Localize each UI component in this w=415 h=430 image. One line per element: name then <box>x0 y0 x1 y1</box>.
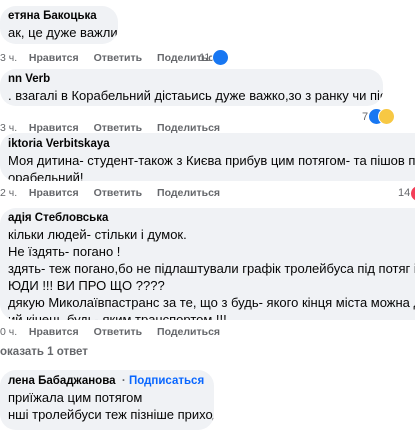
comment-actions: 3 ч. Нравится Ответить Поделиться <box>0 51 220 65</box>
comment-time[interactable]: 2 ч. <box>0 186 20 200</box>
reactions[interactable] <box>212 49 230 66</box>
comment-text: ЮДИ !!! ВИ ПРО ЩО ???? <box>8 278 165 293</box>
comment-text: Не їздять- погано ! <box>8 244 121 259</box>
haha-icon <box>378 108 395 125</box>
reply-button[interactable]: Ответить <box>94 51 143 65</box>
separator-dot: · <box>118 375 129 387</box>
comment-text: кільки людей- стільки і думок. <box>8 227 187 242</box>
comment-actions: 2 ч. Нравится Ответить Поделиться <box>0 186 220 200</box>
comment-text: орабельний! <box>8 170 84 181</box>
reaction-count[interactable]: 11 <box>199 51 210 65</box>
comment-text: ак, це дуже важливо. <box>8 25 118 40</box>
comment-author[interactable]: етяна Бакоцька <box>8 9 110 24</box>
reactions[interactable] <box>368 108 396 125</box>
comment-author[interactable]: адія Стебловська <box>8 211 407 226</box>
comment-text: здять- теж погано,бо не підлаштували гра… <box>8 261 415 276</box>
comment-time[interactable]: 3 ч. <box>0 51 20 65</box>
comment-bubble: етяна Бакоцька ак, це дуже важливо. <box>0 6 118 44</box>
comment-bubble: лена Бабаджанова · Подписаться приїжала … <box>0 370 214 430</box>
like-button[interactable]: Нравится <box>29 325 79 339</box>
comment-author: лена Бабаджанова · Подписаться <box>8 374 206 389</box>
share-button[interactable]: Поделиться <box>157 325 220 339</box>
reply-button[interactable]: Ответить <box>94 325 143 339</box>
share-button[interactable]: Поделиться <box>157 51 220 65</box>
like-icon <box>212 49 229 66</box>
like-button[interactable]: Нравится <box>29 186 79 200</box>
comment-text: . взагалі в Корабельний дістаьись дуже в… <box>8 88 383 103</box>
follow-button[interactable]: Подписаться <box>129 375 204 387</box>
reply-button[interactable]: Ответить <box>94 186 143 200</box>
comment-text: ий кінець будь- яким транспортом !!! <box>8 312 227 320</box>
comment-author-name[interactable]: лена Бабаджанова <box>8 375 116 387</box>
show-replies-link[interactable]: оказать 1 ответ <box>0 346 88 358</box>
comment-text: приїжала цим потягом <box>8 390 143 405</box>
reactions[interactable] <box>410 185 415 201</box>
comment-text: Моя дитина- студент-також з Києва прибув… <box>8 153 415 168</box>
love-icon <box>410 185 415 201</box>
comment-author[interactable]: nn Verb <box>8 72 375 87</box>
comment-author[interactable]: iktoria Verbitskaya <box>8 137 407 152</box>
comment-bubble: nn Verb . взагалі в Корабельний дістаьис… <box>0 69 383 106</box>
comment-time[interactable]: 0 ч. <box>0 325 20 339</box>
comment-bubble: iktoria Verbitskaya Моя дитина- студент-… <box>0 133 415 181</box>
like-button[interactable]: Нравится <box>29 51 79 65</box>
comment-actions: 0 ч. Нравится Ответить Поделиться <box>0 325 220 339</box>
comment-bubble: адія Стебловська кільки людей- стільки і… <box>0 208 415 320</box>
share-button[interactable]: Поделиться <box>157 186 220 200</box>
comment-text: дякую Миколаївпастранс за те, що з будь-… <box>8 295 415 310</box>
reaction-count[interactable]: 14 <box>398 186 410 200</box>
